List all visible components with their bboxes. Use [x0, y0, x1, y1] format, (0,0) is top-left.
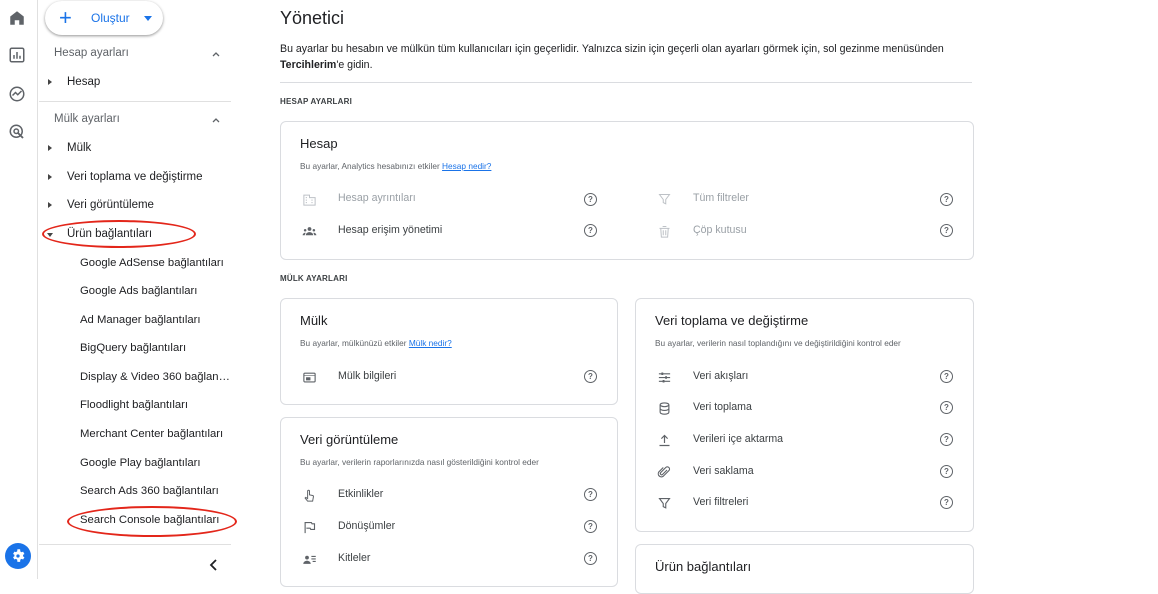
trash-row[interactable]: Çöp kutusu: [655, 223, 935, 239]
upload-icon: [655, 432, 673, 448]
data-streams-row[interactable]: Veri akışları: [655, 369, 935, 385]
help-icon[interactable]: ?: [940, 193, 953, 206]
expand-icon: [48, 202, 52, 208]
preferences-link[interactable]: Tercihlerim: [280, 59, 336, 71]
sidebar-link-ad-manager[interactable]: Ad Manager bağlantıları: [80, 314, 235, 326]
admin-sidebar: + Oluştur Hesap ayarları Hesap Mülk ayar…: [39, 0, 245, 579]
annotation-oval: [42, 220, 196, 248]
sidebar-link-dv360[interactable]: Display & Video 360 bağlantıları: [80, 371, 232, 383]
flag-icon: [300, 519, 318, 535]
help-icon[interactable]: ?: [940, 465, 953, 478]
collapse-sidebar-icon[interactable]: [207, 558, 221, 572]
help-icon[interactable]: ?: [940, 496, 953, 509]
conversions-row[interactable]: Dönüşümler: [300, 519, 580, 535]
help-icon[interactable]: ?: [584, 370, 597, 383]
sidebar-link-adsense[interactable]: Google AdSense bağlantıları: [80, 257, 235, 269]
sidebar-link-google-play[interactable]: Google Play bağlantıları: [80, 457, 235, 469]
property-card: Mülk Bu ayarlar, mülkünüzü etkiler Mülk …: [280, 298, 618, 405]
card-description: Bu ayarlar, verilerin nasıl toplandığını…: [655, 338, 901, 348]
help-icon[interactable]: ?: [940, 433, 953, 446]
sidebar-link-google-ads[interactable]: Google Ads bağlantıları: [80, 285, 235, 297]
audience-icon: [300, 551, 318, 567]
help-icon[interactable]: ?: [584, 224, 597, 237]
product-links-card: Ürün bağlantıları: [635, 544, 974, 594]
section-property-settings[interactable]: Mülk ayarları: [54, 113, 120, 125]
help-icon[interactable]: ?: [584, 520, 597, 533]
property-settings-caption: MÜLK AYARLARI: [280, 274, 348, 283]
database-icon: [655, 400, 673, 416]
card-title: Veri görüntüleme: [300, 432, 399, 447]
filter-icon: [655, 495, 673, 511]
page-title: Yönetici: [280, 8, 345, 28]
property-help-link[interactable]: Mülk nedir?: [409, 338, 452, 348]
main-content: Yönetici Bu ayarlar bu hesabın ve mülkün…: [262, 0, 1158, 594]
help-icon[interactable]: ?: [940, 224, 953, 237]
card-description: Bu ayarlar, Analytics hesabınızı etkiler…: [300, 161, 492, 171]
account-help-link[interactable]: Hesap nedir?: [442, 161, 491, 171]
chevron-up-icon[interactable]: [211, 115, 221, 125]
data-filters-row[interactable]: Veri filtreleri: [655, 495, 935, 511]
help-icon[interactable]: ?: [940, 370, 953, 383]
data-import-row[interactable]: Verileri içe aktarma: [655, 432, 935, 448]
card-title: Mülk: [300, 313, 328, 328]
events-row[interactable]: Etkinlikler: [300, 487, 580, 503]
card-description: Bu ayarlar, verilerin raporlarınızda nas…: [300, 457, 539, 467]
home-icon[interactable]: [7, 8, 27, 28]
divider: [280, 82, 972, 83]
advertising-icon[interactable]: [7, 122, 27, 142]
card-title: Veri toplama ve değiştirme: [655, 313, 809, 328]
account-details-row[interactable]: Hesap ayrıntıları: [300, 191, 600, 207]
data-collection-row[interactable]: Veri toplama: [655, 400, 935, 416]
help-icon[interactable]: ?: [584, 552, 597, 565]
card-title: Hesap: [300, 136, 338, 151]
annotation-oval: [67, 506, 237, 537]
sidebar-link-bigquery[interactable]: BigQuery bağlantıları: [80, 342, 235, 354]
property-details-row[interactable]: Mülk bilgileri: [300, 369, 580, 385]
caret-down-icon: [143, 15, 152, 21]
building-icon: [300, 191, 318, 207]
trash-icon: [655, 223, 673, 239]
section-account-settings[interactable]: Hesap ayarları: [54, 47, 129, 59]
card-title: Ürün bağlantıları: [655, 559, 752, 574]
audiences-row[interactable]: Kitleler: [300, 551, 580, 567]
chevron-up-icon[interactable]: [211, 49, 221, 59]
create-label: Oluştur: [91, 11, 130, 25]
account-access-row[interactable]: Hesap erişim yönetimi: [300, 223, 600, 239]
create-button[interactable]: + Oluştur: [45, 1, 163, 35]
sidebar-link-merchant-center[interactable]: Merchant Center bağlantıları: [80, 428, 227, 440]
help-icon[interactable]: ?: [584, 193, 597, 206]
account-settings-caption: HESAP AYARLARI: [280, 97, 353, 106]
explore-icon[interactable]: [7, 84, 27, 104]
all-filters-row[interactable]: Tüm filtreler: [655, 191, 935, 207]
plus-icon: +: [59, 5, 72, 30]
divider: [39, 544, 231, 545]
admin-gear-icon[interactable]: [5, 543, 31, 569]
card-description: Bu ayarlar, mülkünüzü etkiler Mülk nedir…: [300, 338, 452, 348]
reports-icon[interactable]: [7, 45, 27, 65]
expand-icon: [48, 145, 52, 151]
data-collection-card: Veri toplama ve değiştirme Bu ayarlar, v…: [635, 298, 974, 532]
expand-icon: [48, 174, 52, 180]
account-card: Hesap Bu ayarlar, Analytics hesabınızı e…: [280, 121, 974, 260]
property-info-icon: [300, 369, 318, 385]
help-icon[interactable]: ?: [940, 401, 953, 414]
expand-icon: [48, 79, 52, 85]
page-description: Bu ayarlar bu hesabın ve mülkün tüm kull…: [280, 43, 944, 71]
streams-icon: [655, 369, 673, 385]
data-display-card: Veri görüntüleme Bu ayarlar, verilerin r…: [280, 417, 618, 587]
sidebar-link-search-ads-360[interactable]: Search Ads 360 bağlantıları: [80, 485, 235, 497]
touch-icon: [300, 487, 318, 503]
help-icon[interactable]: ?: [584, 488, 597, 501]
data-retention-row[interactable]: Veri saklama: [655, 464, 935, 480]
nav-rail: [0, 0, 38, 579]
sidebar-link-floodlight[interactable]: Floodlight bağlantıları: [80, 399, 235, 411]
people-icon: [300, 223, 318, 239]
filter-icon: [655, 191, 673, 207]
paperclip-icon: [655, 464, 673, 480]
divider: [39, 101, 231, 102]
